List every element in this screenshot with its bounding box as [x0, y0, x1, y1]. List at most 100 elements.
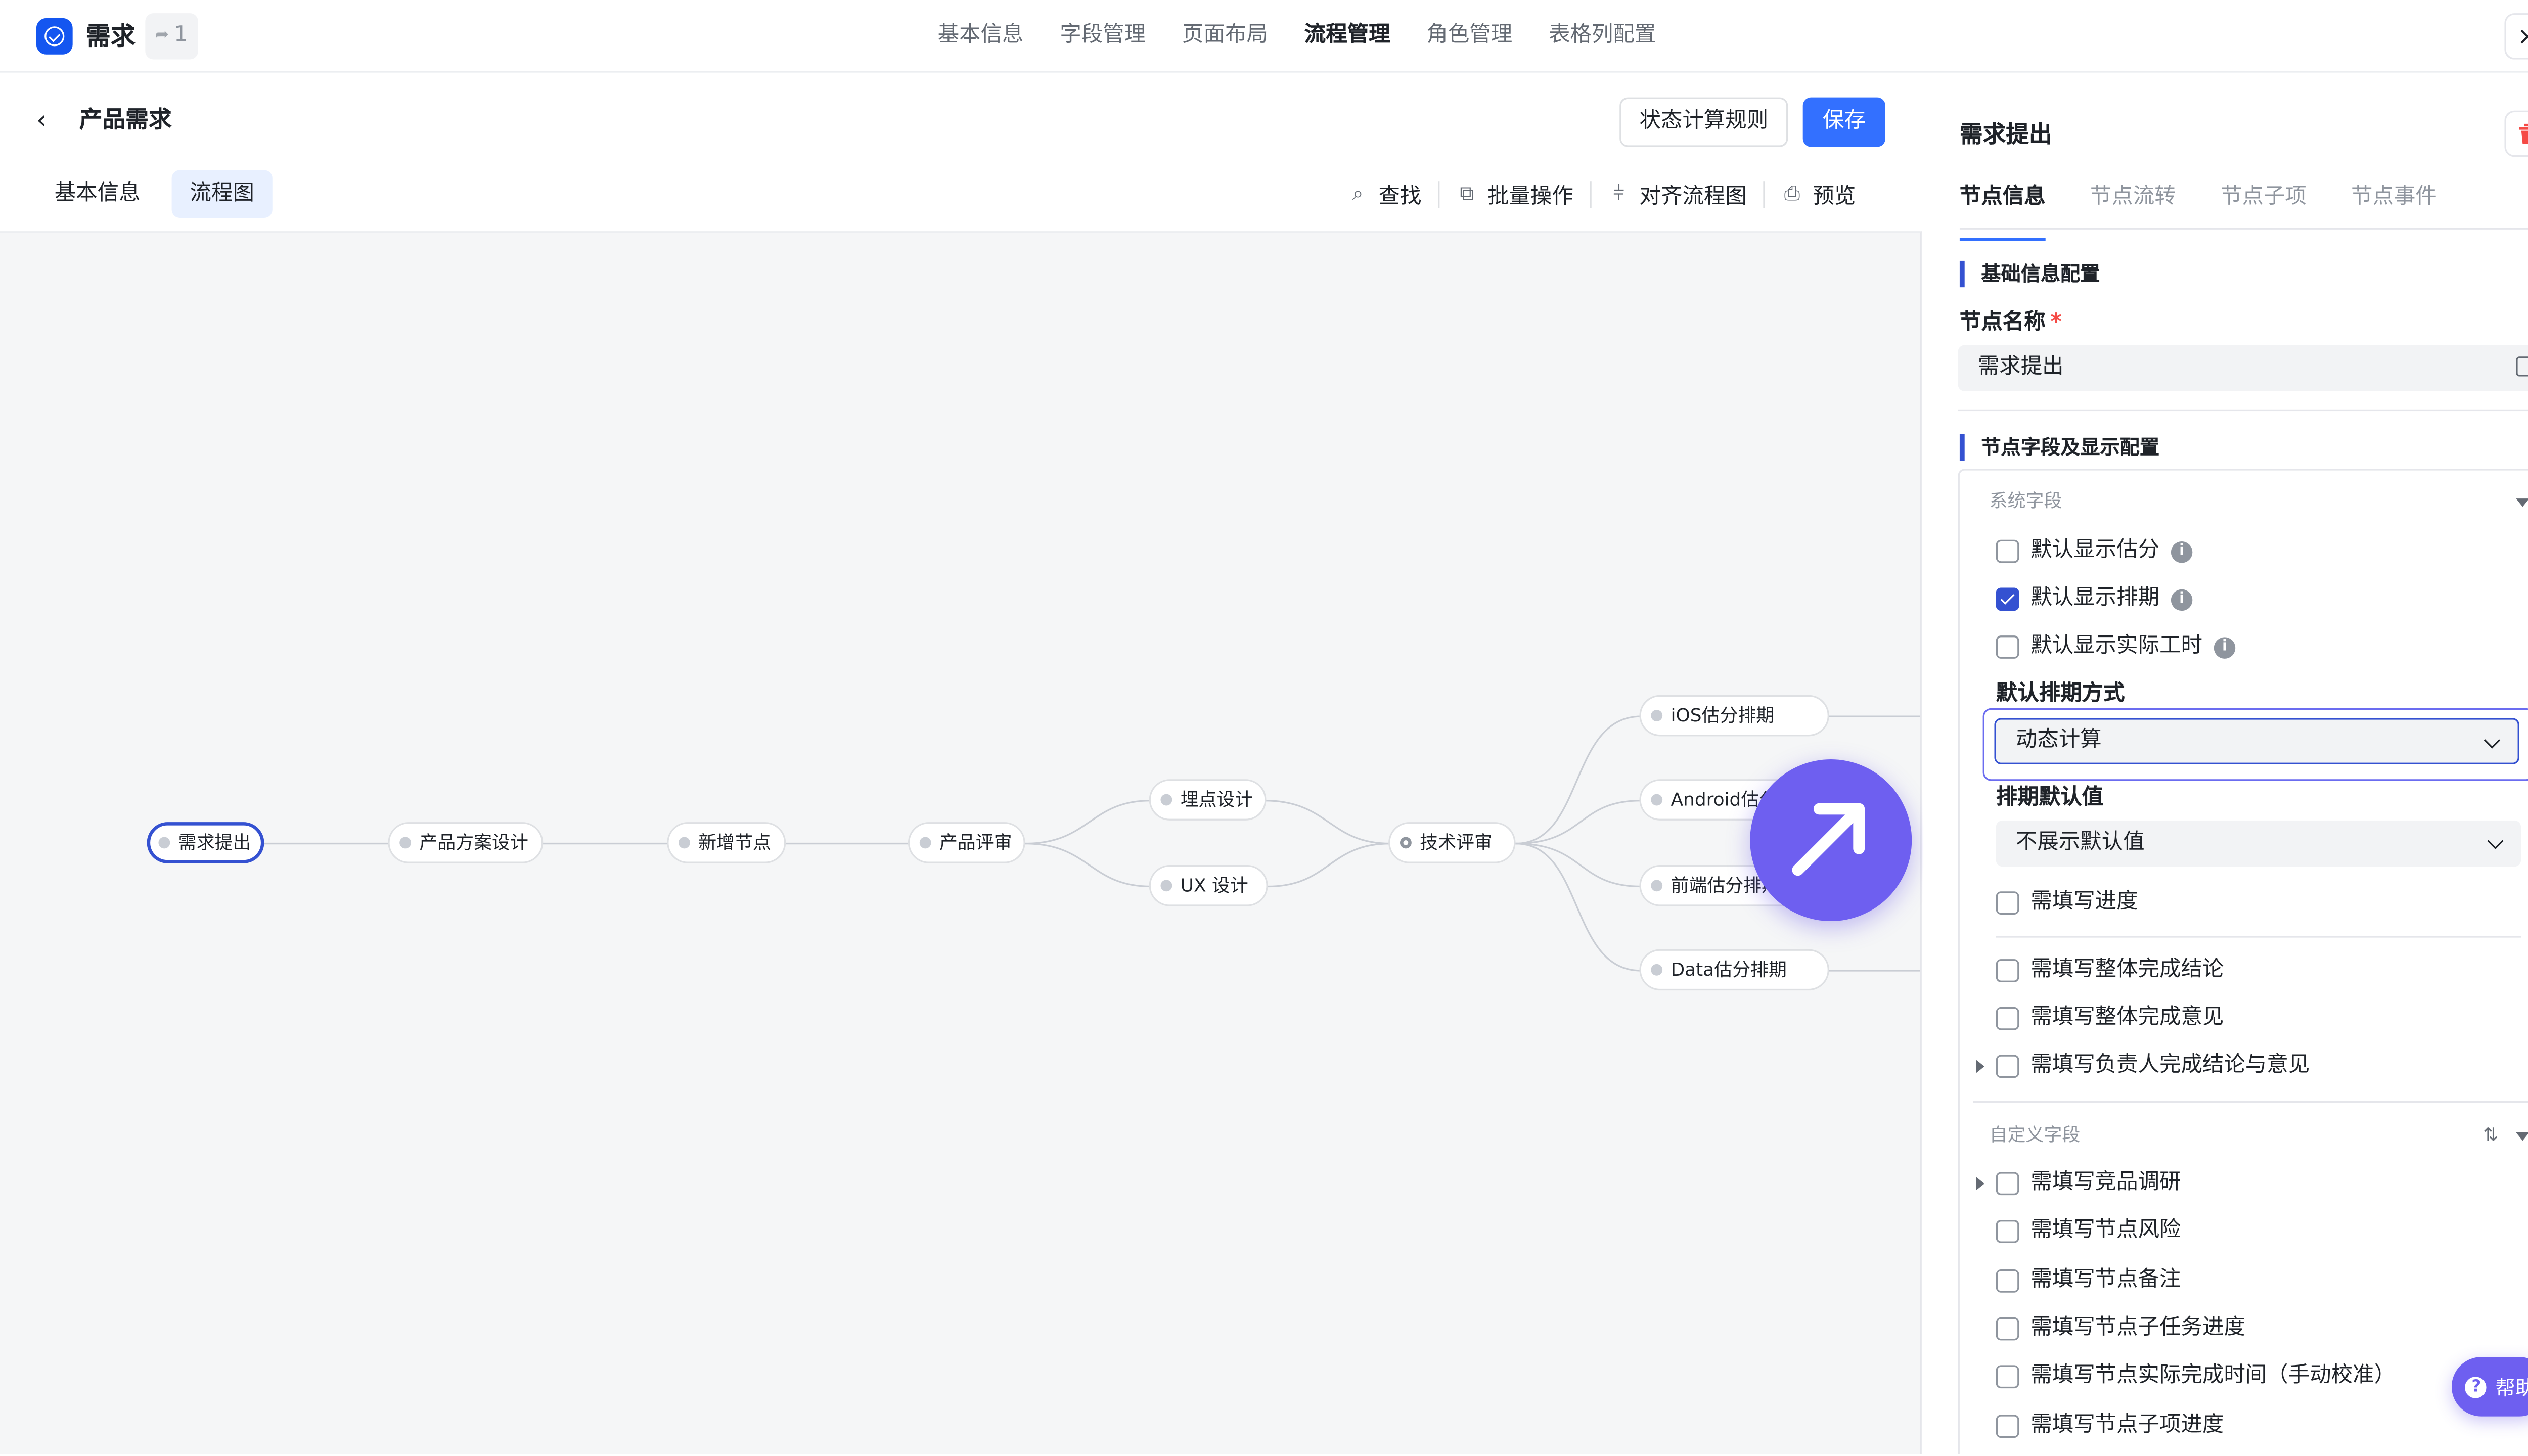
share-count-chip[interactable]: ➦ 1 [145, 13, 198, 60]
checkbox-show-estimate[interactable]: 默认显示估分 i [1996, 536, 2193, 566]
node-status-dot [1160, 880, 1172, 892]
collapse-caret-icon[interactable] [2516, 498, 2528, 507]
checkbox-label: 默认显示排期 [2030, 586, 2160, 611]
flow-node[interactable]: 需求提出 [147, 822, 264, 863]
checkbox[interactable] [1996, 1007, 2019, 1030]
delete-node-button[interactable] [2504, 110, 2528, 157]
tab-role-management[interactable]: 角色管理 [1426, 0, 1512, 73]
checkbox[interactable] [1996, 635, 2019, 659]
checkbox-fill-owner-conclusion[interactable]: 需填写负责人完成结论与意见 [1996, 1052, 2310, 1081]
info-icon[interactable]: i [2214, 636, 2236, 658]
checkbox-fill-overall-conclusion[interactable]: 需填写整体完成结论 [1996, 956, 2224, 986]
tab-flow-management[interactable]: 流程管理 [1304, 0, 1390, 73]
help-button[interactable]: ? 帮助 [2451, 1357, 2528, 1417]
node-name-label-text: 节点名称 [1959, 310, 2046, 335]
ptab-node-subitems[interactable]: 节点子项 [2221, 180, 2307, 228]
close-button[interactable]: × [2504, 13, 2528, 60]
checkbox-checked[interactable] [1996, 587, 2019, 611]
required-mark: * [2050, 310, 2062, 335]
chevron-down-icon [2484, 732, 2501, 749]
info-icon[interactable]: i [2171, 588, 2193, 610]
tab-field-management[interactable]: 字段管理 [1060, 0, 1146, 73]
sort-icon[interactable]: ⇅ [2483, 1124, 2498, 1146]
flow-node[interactable]: 技术评审 [1388, 822, 1516, 863]
checkbox[interactable] [1996, 891, 2019, 915]
save-button[interactable]: 保存 [1802, 97, 1886, 147]
node-status-dot [679, 837, 690, 849]
subtab-flowchart[interactable]: 流程图 [171, 170, 273, 218]
checkbox-label: 默认显示估分 [2030, 538, 2160, 563]
checkbox-fill-subitem-progress[interactable]: 需填写节点子项进度 [1996, 1412, 2224, 1441]
app-logo-icon [36, 18, 73, 55]
checkbox[interactable] [1996, 1415, 2019, 1438]
checkbox[interactable] [1996, 1317, 2019, 1341]
flow-node[interactable]: 新增节点 [667, 822, 786, 863]
flow-canvas[interactable]: 需求提出 产品方案设计 新增节点 产品评审 埋点设计 UX 设计 技术评审 iO… [0, 231, 1922, 1454]
status-rules-button[interactable]: 状态计算规则 [1619, 97, 1788, 147]
edit-icon[interactable] [2516, 356, 2528, 377]
checkbox-label: 需填写节点子任务进度 [2030, 1315, 2245, 1341]
editor-sub-tabs: 基本信息 流程图 [36, 170, 273, 218]
node-name-input[interactable]: 需求提出 [1958, 345, 2528, 391]
batch-tool[interactable]: ⧉ 批量操作 [1439, 178, 1590, 210]
checkbox-fill-overall-opinion[interactable]: 需填写整体完成意见 [1996, 1004, 2224, 1033]
align-tool[interactable]: ⫩ 对齐流程图 [1592, 178, 1764, 210]
ptab-node-info[interactable]: 节点信息 [1959, 180, 2046, 241]
checkbox-show-actual-hours[interactable]: 默认显示实际工时 i [1996, 632, 2236, 662]
arrow-up-right-icon [1792, 803, 1865, 876]
flow-node[interactable]: 产品评审 [908, 822, 1025, 863]
checkbox[interactable] [1996, 539, 2019, 563]
ptab-node-transition[interactable]: 节点流转 [2090, 180, 2176, 228]
tab-basic-info[interactable]: 基本信息 [938, 0, 1024, 73]
node-label: 产品评审 [939, 832, 1012, 854]
checkbox-fill-progress[interactable]: 需填写进度 [1996, 888, 2138, 918]
align-label: 对齐流程图 [1639, 185, 1747, 210]
ptab-node-events[interactable]: 节点事件 [2351, 180, 2437, 228]
subtab-basic-info[interactable]: 基本信息 [36, 170, 159, 218]
checkbox-fill-node-risk[interactable]: 需填写节点风险 [1996, 1217, 2181, 1247]
checkbox-label: 需填写整体完成意见 [2030, 1005, 2224, 1030]
floating-action-button[interactable] [1750, 759, 1912, 922]
node-status-dot [1651, 880, 1663, 892]
tab-page-layout[interactable]: 页面布局 [1182, 0, 1268, 73]
node-status-dot [1400, 837, 1412, 849]
checkbox-fill-subtask-progress[interactable]: 需填写节点子任务进度 [1996, 1314, 2245, 1344]
schedule-mode-select[interactable]: 动态计算 [1994, 718, 2519, 764]
tab-table-columns[interactable]: 表格列配置 [1549, 0, 1656, 73]
checkbox[interactable] [1996, 1220, 2019, 1243]
preview-icon: ⎙ [1784, 181, 1800, 205]
checkbox[interactable] [1996, 1172, 2019, 1196]
checkbox-label: 需填写节点子项进度 [2030, 1413, 2224, 1438]
collapse-caret-icon[interactable] [2516, 1132, 2528, 1141]
panel-tabs: 节点信息 节点流转 节点子项 节点事件 [1959, 180, 2528, 241]
checkbox-label: 需填写负责人完成结论与意见 [2030, 1053, 2310, 1078]
info-icon[interactable]: i [2171, 540, 2193, 562]
share-count: 1 [174, 23, 188, 48]
checkbox[interactable] [1996, 1055, 2019, 1078]
checkbox[interactable] [1996, 1269, 2019, 1293]
top-bar: 需求 ➦ 1 基本信息 字段管理 页面布局 流程管理 角色管理 表格列配置 × [0, 0, 2528, 73]
system-fields-group-label: 系统字段 [1989, 490, 2062, 512]
flow-node[interactable]: iOS估分排期 [1639, 695, 1829, 737]
copy-icon: ⧉ [1460, 181, 1474, 205]
flow-node[interactable]: UX 设计 [1149, 865, 1268, 906]
flow-node[interactable]: 产品方案设计 [388, 822, 544, 863]
batch-label: 批量操作 [1487, 185, 1573, 210]
schedule-default-select[interactable]: 不展示默认值 [1996, 820, 2521, 867]
preview-tool[interactable]: ⎙ 预览 [1765, 178, 1872, 210]
checkbox-fill-competitor-research[interactable]: 需填写竞品调研 [1996, 1169, 2181, 1199]
checkbox[interactable] [1996, 1365, 2019, 1389]
top-nav-tabs: 基本信息 字段管理 页面布局 流程管理 角色管理 表格列配置 [938, 0, 1656, 73]
flow-node[interactable]: 埋点设计 [1149, 779, 1267, 821]
node-config-panel: 需求提出 节点信息 节点流转 节点子项 节点事件 基础信息配置 节点名称 * 需求… [1923, 74, 2528, 1454]
schedule-mode-value: 动态计算 [2015, 727, 2102, 753]
checkbox[interactable] [1996, 959, 2019, 982]
flow-node[interactable]: Data估分排期 [1639, 949, 1829, 991]
expand-caret-icon[interactable] [1976, 1177, 1984, 1191]
checkbox-fill-node-remark[interactable]: 需填写节点备注 [1996, 1266, 2181, 1296]
find-tool[interactable]: ⌕ 查找 [1331, 178, 1438, 210]
checkbox-fill-actual-finish-time[interactable]: 需填写节点实际完成时间（手动校准） [1996, 1362, 2396, 1392]
expand-caret-icon[interactable] [1976, 1060, 1984, 1073]
checkbox-show-schedule[interactable]: 默认显示排期 i [1996, 584, 2193, 614]
back-chevron-icon[interactable]: ‹ [36, 105, 63, 135]
